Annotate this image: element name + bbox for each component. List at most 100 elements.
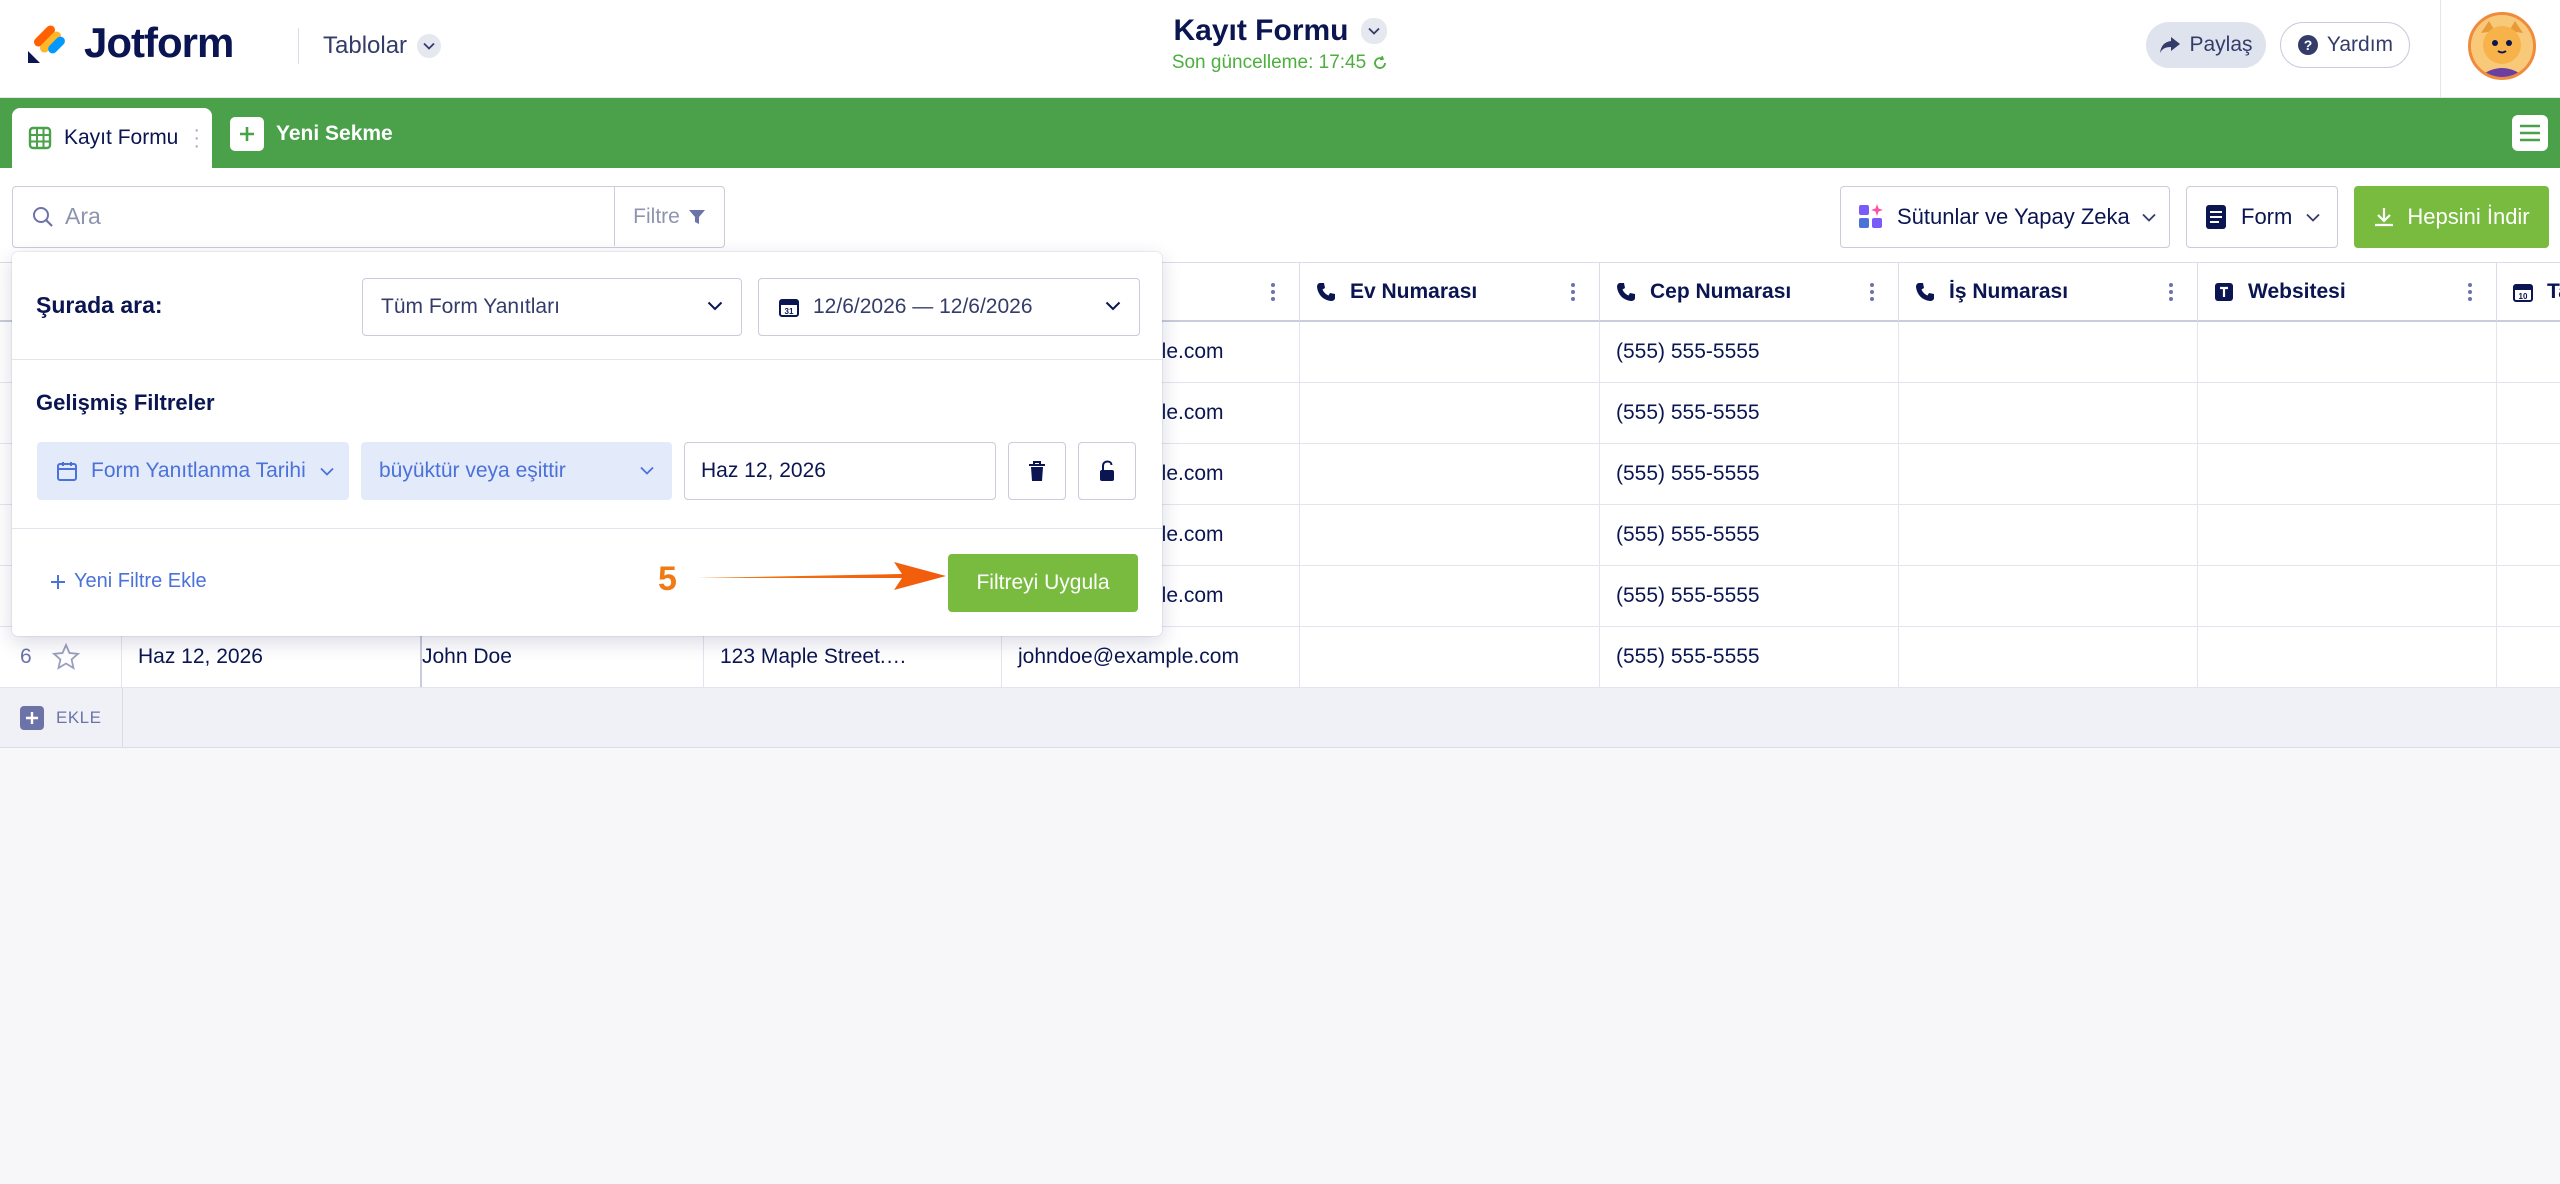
share-label: Paylaş bbox=[2189, 33, 2253, 56]
website-cell[interactable] bbox=[2198, 566, 2497, 626]
column-header-cell-phone[interactable]: Cep Numarası bbox=[1600, 263, 1899, 321]
form-title-dropdown[interactable]: Kayıt Formu bbox=[1173, 14, 1387, 48]
column-header-website[interactable]: Websitesi bbox=[2198, 263, 2497, 321]
cell-phone-cell[interactable]: (555) 555-5555 bbox=[1600, 505, 1899, 565]
step-annotation-number: 5 bbox=[658, 560, 677, 598]
calendar-icon bbox=[57, 462, 77, 481]
name-cell[interactable]: John Doe bbox=[422, 627, 704, 687]
download-icon bbox=[2375, 208, 2394, 227]
plus-icon bbox=[51, 574, 65, 589]
apply-filter-button[interactable]: Filtreyi Uygula bbox=[948, 554, 1138, 612]
home-phone-cell[interactable] bbox=[1300, 383, 1600, 443]
work-phone-cell[interactable] bbox=[1899, 627, 2198, 687]
work-phone-cell[interactable] bbox=[1899, 322, 2198, 382]
filter-label: Filtre bbox=[633, 204, 680, 228]
delete-filter-button[interactable] bbox=[1008, 442, 1066, 500]
cell-phone-cell[interactable]: (555) 555-5555 bbox=[1600, 627, 1899, 687]
cell-phone-cell[interactable]: (555) 555-5555 bbox=[1600, 444, 1899, 504]
form-view-button[interactable]: Form bbox=[2186, 186, 2338, 248]
column-label: Ta bbox=[2547, 280, 2560, 303]
share-button[interactable]: Paylaş bbox=[2146, 22, 2266, 68]
columns-ai-icon bbox=[1859, 204, 1883, 228]
chevron-down-icon bbox=[1105, 301, 1121, 311]
tab-bar: Kayıt Formu · · · Yeni Sekme bbox=[0, 98, 2560, 168]
work-phone-cell[interactable] bbox=[1899, 505, 2198, 565]
svg-text:31: 31 bbox=[785, 307, 794, 316]
download-all-button[interactable]: Hepsini İndir bbox=[2354, 186, 2549, 248]
column-header-work-phone[interactable]: İş Numarası bbox=[1899, 263, 2198, 321]
table-row[interactable]: 6 Haz 12, 2026 John Doe 123 Maple Street… bbox=[0, 627, 2560, 688]
refresh-icon[interactable] bbox=[1372, 55, 1388, 71]
website-cell[interactable] bbox=[2198, 322, 2497, 382]
work-phone-cell[interactable] bbox=[1899, 383, 2198, 443]
column-header-home-phone[interactable]: Ev Numarası bbox=[1300, 263, 1600, 321]
column-header-date[interactable]: 10 Ta bbox=[2497, 263, 2560, 321]
add-row-label: EKLE bbox=[56, 708, 102, 727]
lock-filter-button[interactable] bbox=[1078, 442, 1136, 500]
filter-field-select[interactable]: Form Yanıtlanma Tarihi bbox=[37, 442, 349, 500]
home-phone-cell[interactable] bbox=[1300, 627, 1600, 687]
column-options-icon[interactable] bbox=[1271, 283, 1275, 304]
chevron-down-icon bbox=[2142, 213, 2156, 222]
apply-filter-label: Filtreyi Uygula bbox=[976, 571, 1110, 594]
work-phone-cell[interactable] bbox=[1899, 444, 2198, 504]
filter-operator-value: büyüktür veya eşittir bbox=[379, 459, 566, 482]
address-cell[interactable]: 123 Maple Street.… bbox=[704, 627, 1002, 687]
top-header: Jotform Tablolar Kayıt Formu Son güncell… bbox=[0, 0, 2560, 98]
date-range-select[interactable]: 31 12/6/2026 — 12/6/2026 bbox=[758, 278, 1140, 336]
text-type-icon bbox=[2215, 283, 2233, 301]
toolbar: Filtre Sütunlar ve Yapay Zeka Form Hepsi… bbox=[0, 168, 2560, 262]
tables-menu[interactable]: Tablolar bbox=[323, 28, 442, 64]
filter-panel: Şurada ara: Tüm Form Yanıtları 31 12/6/2… bbox=[12, 252, 1162, 636]
add-row-button[interactable]: EKLE bbox=[20, 706, 101, 730]
email-cell[interactable]: johndoe@example.com bbox=[1002, 627, 1300, 687]
filter-button[interactable]: Filtre bbox=[614, 187, 724, 246]
column-options-icon[interactable] bbox=[1870, 283, 1874, 304]
divider bbox=[122, 688, 123, 748]
help-button[interactable]: ? Yardım bbox=[2280, 22, 2410, 68]
email-cell[interactable]: ple.com bbox=[1150, 383, 1300, 443]
filter-operator-select[interactable]: büyüktür veya eşittir bbox=[361, 442, 672, 500]
cell-phone-cell[interactable]: (555) 555-5555 bbox=[1600, 566, 1899, 626]
divider bbox=[12, 528, 1162, 529]
search-scope-section: Şurada ara: Tüm Form Yanıtları 31 12/6/2… bbox=[12, 252, 1162, 360]
home-phone-cell[interactable] bbox=[1300, 566, 1600, 626]
column-options-icon[interactable] bbox=[2169, 283, 2173, 304]
jotform-logo[interactable]: Jotform bbox=[26, 19, 234, 66]
hamburger-menu-button[interactable] bbox=[2512, 115, 2548, 151]
cell-phone-cell[interactable]: (555) 555-5555 bbox=[1600, 383, 1899, 443]
search-in-label: Şurada ara: bbox=[36, 292, 163, 318]
filter-value-input[interactable] bbox=[684, 442, 996, 500]
columns-ai-button[interactable]: Sütunlar ve Yapay Zeka bbox=[1840, 186, 2170, 248]
tab-options-icon[interactable]: · · · bbox=[193, 120, 200, 156]
scope-select[interactable]: Tüm Form Yanıtları bbox=[362, 278, 742, 336]
date-cell[interactable]: Haz 12, 2026 bbox=[122, 627, 422, 687]
home-phone-cell[interactable] bbox=[1300, 444, 1600, 504]
home-phone-cell[interactable] bbox=[1300, 505, 1600, 565]
email-cell[interactable]: ple.com bbox=[1150, 322, 1300, 382]
column-options-icon[interactable] bbox=[1571, 283, 1575, 304]
email-cell[interactable]: ple.com bbox=[1150, 566, 1300, 626]
star-icon[interactable] bbox=[51, 643, 80, 671]
search-input[interactable] bbox=[65, 187, 605, 246]
website-cell[interactable] bbox=[2198, 627, 2497, 687]
new-tab-button[interactable]: Yeni Sekme bbox=[230, 116, 393, 152]
tab-kayit-formu[interactable]: Kayıt Formu · · · bbox=[12, 108, 212, 168]
help-label: Yardım bbox=[2326, 33, 2394, 56]
website-cell[interactable] bbox=[2198, 444, 2497, 504]
phone-icon bbox=[1317, 283, 1335, 301]
form-document-icon bbox=[2206, 205, 2226, 229]
home-phone-cell[interactable] bbox=[1300, 322, 1600, 382]
table-grid-icon bbox=[28, 126, 52, 150]
user-avatar[interactable] bbox=[2468, 12, 2536, 80]
website-cell[interactable] bbox=[2198, 383, 2497, 443]
email-cell[interactable]: ple.com bbox=[1150, 444, 1300, 504]
column-label: İş Numarası bbox=[1949, 280, 2069, 303]
work-phone-cell[interactable] bbox=[1899, 566, 2198, 626]
plus-icon bbox=[230, 117, 264, 151]
add-filter-button[interactable]: Yeni Filtre Ekle bbox=[50, 570, 207, 593]
website-cell[interactable] bbox=[2198, 505, 2497, 565]
email-cell[interactable]: ple.com bbox=[1150, 505, 1300, 565]
column-options-icon[interactable] bbox=[2468, 283, 2472, 304]
cell-phone-cell[interactable]: (555) 555-5555 bbox=[1600, 322, 1899, 382]
